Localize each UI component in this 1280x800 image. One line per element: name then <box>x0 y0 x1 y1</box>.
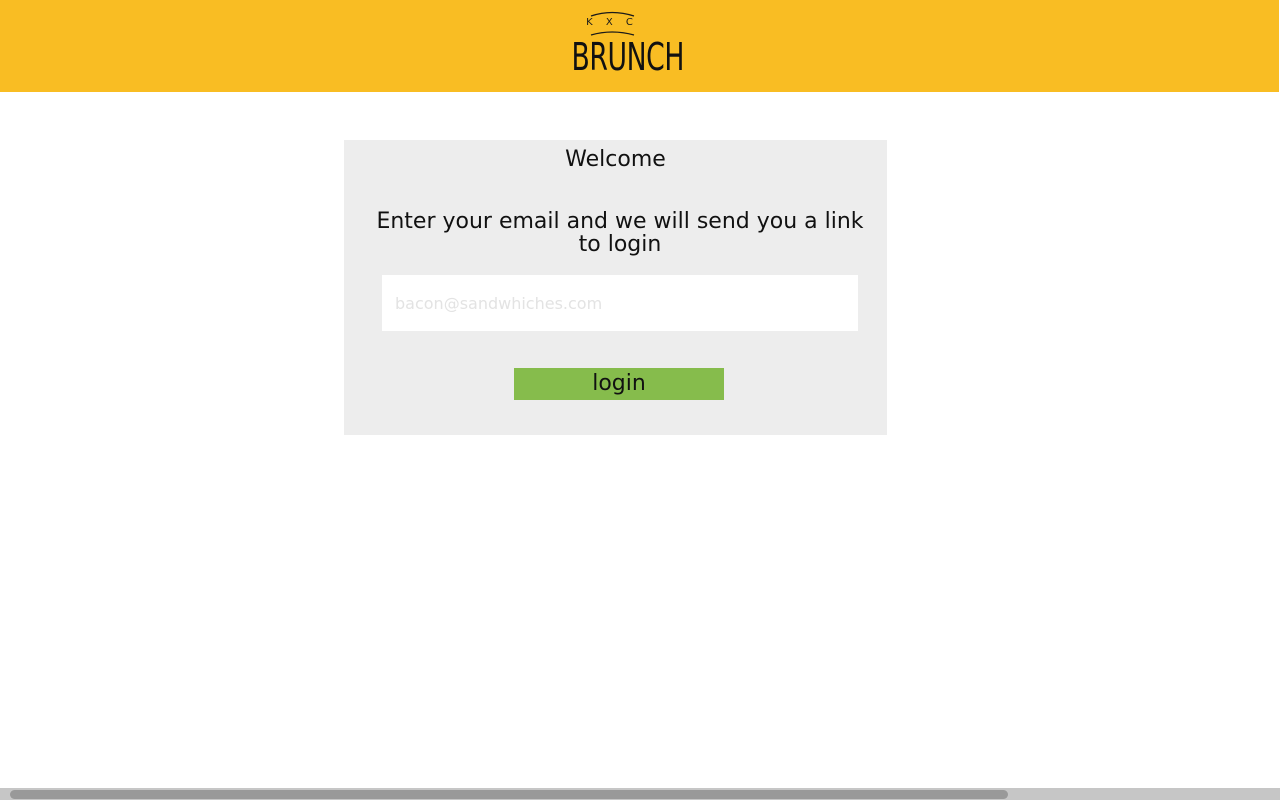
welcome-heading: Welcome <box>565 147 666 172</box>
scrollbar-thumb[interactable] <box>10 790 1008 799</box>
login-button[interactable]: login <box>514 368 724 400</box>
logo-wordmark: BRUNCH <box>571 35 685 79</box>
login-card: Welcome Enter your email and we will sen… <box>344 140 887 435</box>
brunch-logo[interactable]: K X C BRUNCH <box>560 8 685 86</box>
top-header-bar: K X C BRUNCH <box>0 0 1279 92</box>
email-input[interactable] <box>382 275 858 331</box>
login-instructions: Enter your email and we will send you a … <box>376 209 864 257</box>
logo-initials: K X C <box>586 17 638 28</box>
horizontal-scrollbar[interactable] <box>0 788 1280 800</box>
